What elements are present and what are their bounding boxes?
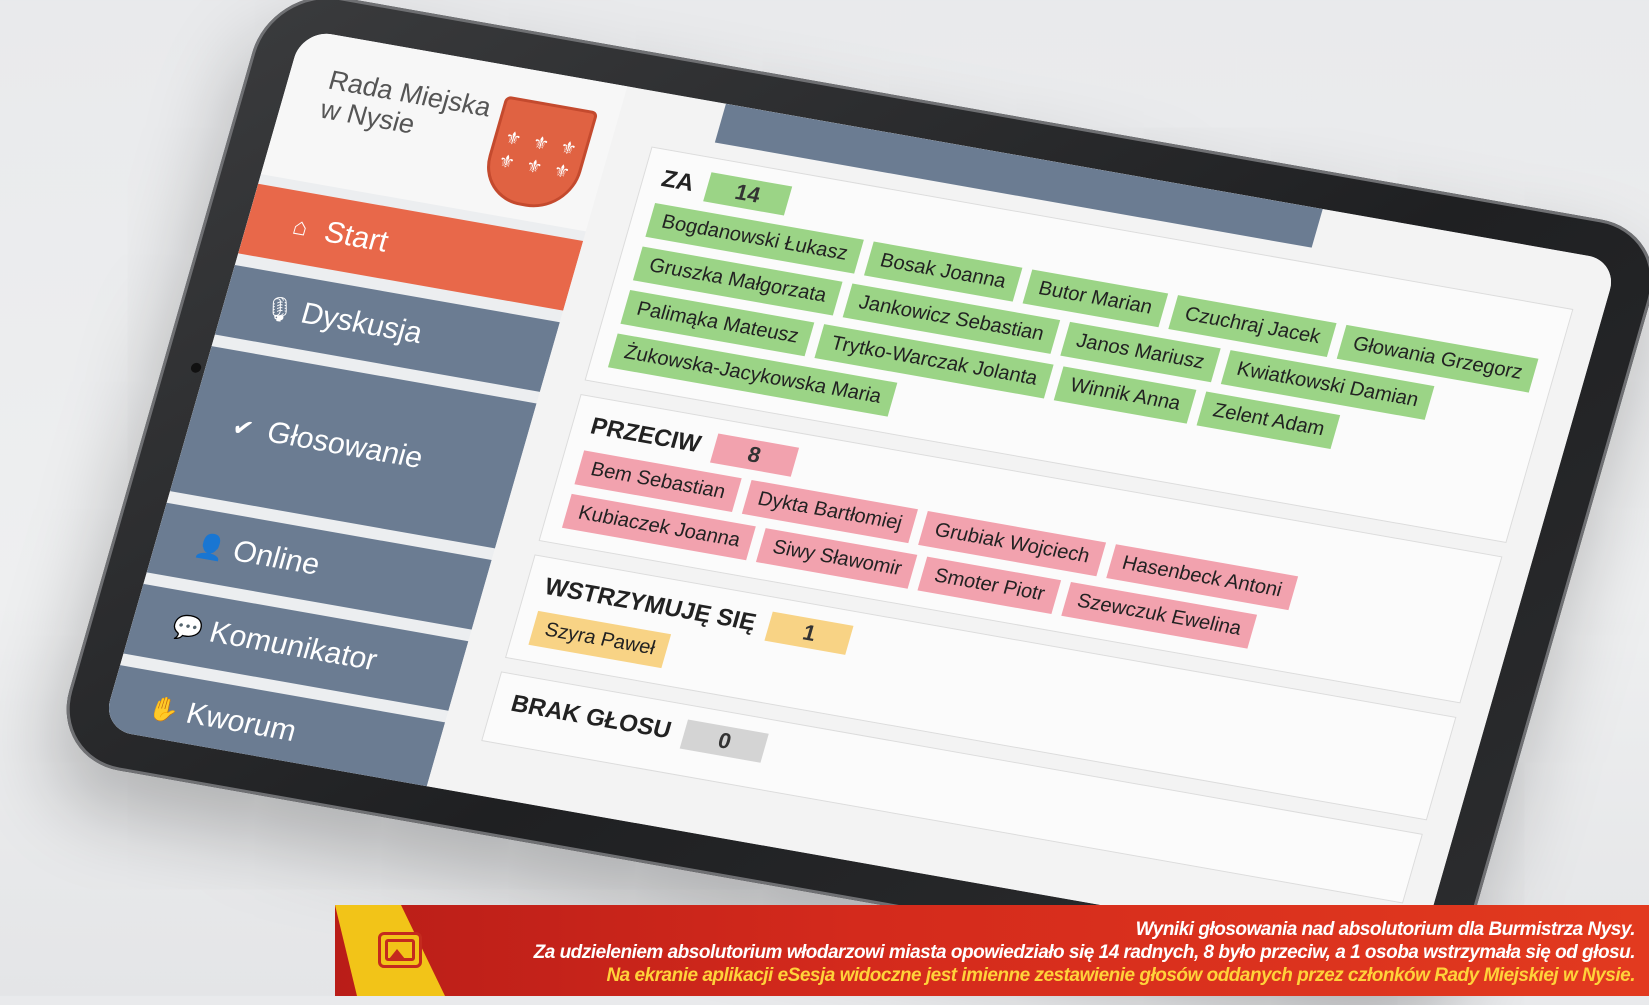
sidebar-item-label: Głosowanie [263,415,427,475]
vote-count-badge: 8 [709,433,799,477]
caption-text: Wyniki głosowania nad absolutorium dla B… [485,918,1636,987]
sidebar-item-label: Kworum [182,697,301,749]
caption-line3: Na ekranie aplikacji eSesja widoczne jes… [606,965,1635,986]
caption-line1: Wyniki głosowania nad absolutorium dla B… [1135,919,1636,940]
vote-count-badge: 0 [680,719,770,763]
home-icon: ⌂ [289,212,312,242]
microphone-icon: 🎙 [260,293,299,326]
vote-results-panel: ZA 14 Bogdanowski Łukasz Bosak Joanna Buto… [472,146,1574,937]
coat-of-arms-icon: ⚜ ⚜ ⚜ ⚜ ⚜ ⚜ [476,95,599,215]
chat-icon: 💬 [169,612,206,644]
sidebar-item-label: Online [229,534,324,582]
vote-count-badge: 1 [764,611,854,655]
tablet-device: Rada Miejska w Nysie ⚜ ⚜ ⚜ ⚜ ⚜ ⚜ ⌂ Start 🎙 Dy… [49,0,1649,1005]
section-title: BRAK GŁOSU [507,690,675,745]
sidebar-item-label: Dyskusja [297,296,427,350]
council-name: Rada Miejska w Nysie [317,65,495,151]
sidebar-item-label: Komunikator [205,615,381,677]
photo-icon [378,932,422,968]
section-title: PRZECIW [587,412,704,459]
section-title: ZA [658,165,698,197]
tablet-screen: Rada Miejska w Nysie ⚜ ⚜ ⚜ ⚜ ⚜ ⚜ ⌂ Start 🎙 Dy… [101,29,1619,961]
hand-icon: ✋ [145,693,183,726]
sidebar-item-label: Start [320,215,393,259]
check-icon: ✔ [229,413,257,443]
caption-line2: Za udzieleniem absolutorium włodarzowi m… [533,942,1636,963]
user-icon: 👤 [192,531,230,563]
vote-count-badge: 14 [703,172,793,216]
